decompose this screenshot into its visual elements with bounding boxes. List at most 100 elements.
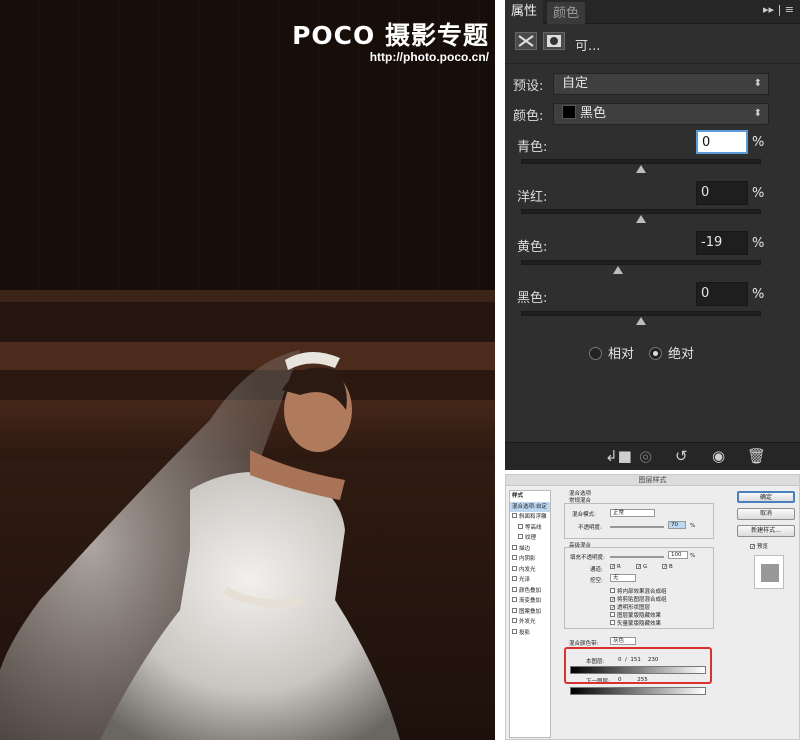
style-item-drop-shadow[interactable]: 投影 — [510, 628, 550, 639]
clip-to-layer-icon[interactable]: ↲■ — [605, 447, 632, 465]
absolute-radio[interactable]: 绝对 — [649, 343, 694, 362]
checkbox[interactable] — [518, 534, 523, 539]
magenta-slider-track[interactable] — [521, 209, 761, 214]
option-layer-mask-hides[interactable]: 图层蒙版隐藏效果 — [610, 611, 661, 619]
panel-menu-icon[interactable]: ▸▸ | ≡ — [763, 3, 794, 16]
blend-if-select[interactable]: 灰色 — [610, 637, 636, 645]
style-item-inner-shadow[interactable]: 内阴影 — [510, 554, 550, 565]
style-item-bevel[interactable]: 斜面和浮雕 — [510, 512, 550, 523]
channel-b[interactable]: ✓ B — [662, 564, 673, 570]
preview-checkbox[interactable]: ✓ 预览 — [750, 542, 768, 550]
radio-icon — [589, 347, 602, 360]
checkbox[interactable] — [512, 597, 517, 602]
style-item-pattern-overlay[interactable]: 图案叠加 — [510, 607, 550, 618]
opacity-slider[interactable] — [610, 526, 664, 528]
panel-bottom-bar: ↲■ ◎ ↺ ◉ 🗑 — [505, 442, 800, 470]
checkbox-checked[interactable]: ✓ — [610, 597, 615, 603]
checkbox[interactable] — [512, 607, 517, 613]
checkbox-checked[interactable]: ✓ — [610, 564, 615, 570]
black-slider-thumb[interactable] — [636, 317, 646, 325]
checkbox[interactable] — [512, 565, 517, 571]
black-input[interactable]: 0 — [696, 282, 748, 306]
checkbox[interactable] — [512, 513, 517, 518]
new-style-button[interactable]: 新建样式... — [737, 525, 795, 537]
checkbox[interactable] — [610, 588, 615, 593]
relative-radio[interactable]: 相对 — [589, 343, 634, 362]
tab-properties[interactable]: 属性 — [505, 0, 544, 24]
checkbox-checked[interactable]: ✓ — [636, 564, 641, 570]
styles-header[interactable]: 样式 — [510, 491, 550, 502]
trash-icon[interactable]: 🗑 — [747, 447, 766, 465]
underlying-layer-gradient[interactable] — [570, 687, 706, 695]
checkbox-checked[interactable]: ✓ — [662, 564, 667, 570]
style-item-outer-glow[interactable]: 外发光 — [510, 617, 550, 628]
channel-g[interactable]: ✓ G — [636, 564, 647, 570]
adjustment-name: 可... — [575, 39, 601, 54]
yellow-input[interactable]: -19 — [696, 231, 748, 255]
option-transparency-shapes[interactable]: ✓ 透明形状图层 — [610, 603, 650, 611]
style-item-satin[interactable]: 光泽 — [510, 575, 550, 586]
view-previous-icon[interactable]: ◎ — [639, 447, 652, 465]
style-item-gradient-overlay[interactable]: 渐变叠加 — [510, 596, 550, 607]
checkbox[interactable] — [512, 576, 517, 581]
fill-opacity-slider[interactable] — [610, 556, 664, 558]
magenta-input[interactable]: 0 — [696, 181, 748, 205]
blend-if-value: 灰色 — [613, 638, 625, 644]
tab-color[interactable]: 颜色 — [547, 2, 586, 24]
checkbox[interactable] — [512, 618, 517, 623]
preset-value: 自定 — [562, 76, 589, 91]
style-item-contour[interactable]: 等高线 — [510, 523, 550, 534]
ok-button[interactable]: 确定 — [737, 491, 795, 503]
knockout-select[interactable]: 无 — [610, 574, 636, 582]
reset-icon[interactable]: ↺ — [675, 447, 688, 465]
channel-r[interactable]: ✓ R — [610, 564, 621, 570]
yellow-slider-track[interactable] — [521, 260, 761, 265]
cyan-input[interactable]: 0 — [696, 130, 748, 154]
black-slider-track[interactable] — [521, 311, 761, 316]
style-item-texture[interactable]: 纹理 — [510, 533, 550, 544]
cyan-slider-thumb[interactable] — [636, 165, 646, 173]
color-select[interactable]: 黑色 ⬍ — [553, 103, 769, 125]
style-item-label: 等高线 — [525, 524, 542, 531]
panel-tabs: 属性 颜色 ▸▸ | ≡ — [505, 0, 800, 24]
checkbox[interactable] — [512, 628, 517, 634]
pct-sign: % — [752, 186, 765, 201]
style-item-color-overlay[interactable]: 颜色叠加 — [510, 586, 550, 597]
checkbox[interactable] — [610, 620, 615, 625]
blend-mode-select[interactable]: 正常 — [610, 509, 655, 517]
watermark-url: http://photo.poco.cn/ — [369, 50, 489, 64]
channel-r-label: R — [617, 564, 621, 570]
channel-g-label: G — [643, 564, 648, 570]
option-vector-mask-hides[interactable]: 矢量蒙版隐藏效果 — [610, 619, 661, 627]
channel-b-label: B — [669, 564, 673, 570]
magenta-slider-thumb[interactable] — [636, 215, 646, 223]
checkbox[interactable] — [518, 523, 523, 529]
fill-opacity-label: 填充不透明度: — [570, 555, 605, 561]
relative-label: 相对 — [608, 347, 635, 362]
yellow-slider-thumb[interactable] — [613, 266, 624, 274]
opacity-input[interactable]: 70 — [668, 521, 686, 529]
checkbox[interactable] — [512, 555, 517, 560]
fill-opacity-input[interactable]: 100 — [668, 551, 688, 559]
checkbox[interactable] — [610, 612, 615, 617]
option-blend-interior[interactable]: 将内部效果混合成组 — [610, 587, 667, 595]
style-item-label: 纹理 — [525, 535, 537, 541]
style-item-stroke[interactable]: 描边 — [510, 544, 550, 555]
checkbox[interactable] — [512, 544, 517, 550]
checkbox-checked[interactable]: ✓ — [750, 544, 755, 550]
style-item-inner-glow[interactable]: 内发光 — [510, 565, 550, 576]
layer-style-dialog: 图层样式 样式 混合选项:自定 斜面和浮雕 等高线 纹理 描边 内阴影 内发光 … — [505, 474, 800, 740]
preset-select[interactable]: 自定 ⬍ — [553, 73, 769, 95]
style-item-label: 颜色叠加 — [519, 587, 542, 594]
visibility-eye-icon[interactable]: ◉ — [712, 447, 725, 465]
style-item-blending-options[interactable]: 混合选项:自定 — [510, 501, 550, 512]
checkbox[interactable] — [512, 586, 517, 592]
option-blend-clipped[interactable]: ✓ 将剪贴图层混合成组 — [610, 595, 667, 603]
layer-mask-icon[interactable] — [543, 32, 565, 50]
cyan-slider-track[interactable] — [521, 159, 761, 164]
cancel-button[interactable]: 取消 — [737, 508, 795, 520]
cyan-label: 青色: — [517, 140, 548, 155]
highlight-annotation — [564, 647, 712, 684]
checkbox-checked[interactable]: ✓ — [610, 605, 615, 611]
poco-watermark: POCO 摄影专题 http://photo.poco.cn/ — [292, 16, 489, 64]
